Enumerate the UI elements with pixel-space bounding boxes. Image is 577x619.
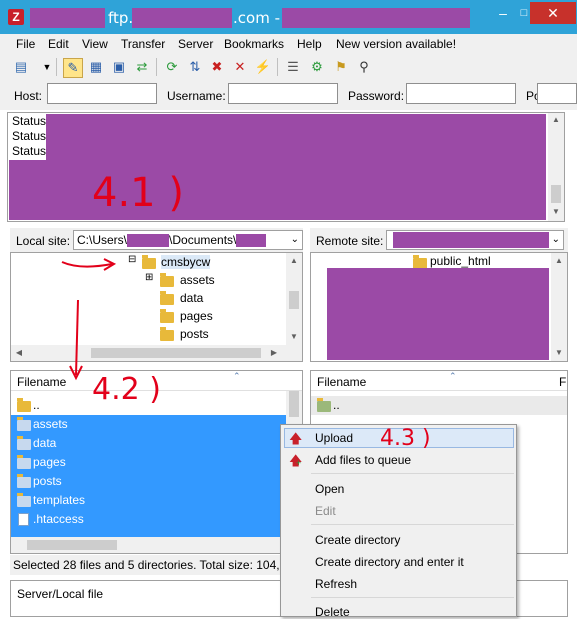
annotation-arrows	[61, 258, 117, 381]
annotation-arrow-to-folder	[61, 261, 113, 268]
annotation-arrow-down	[75, 299, 79, 376]
